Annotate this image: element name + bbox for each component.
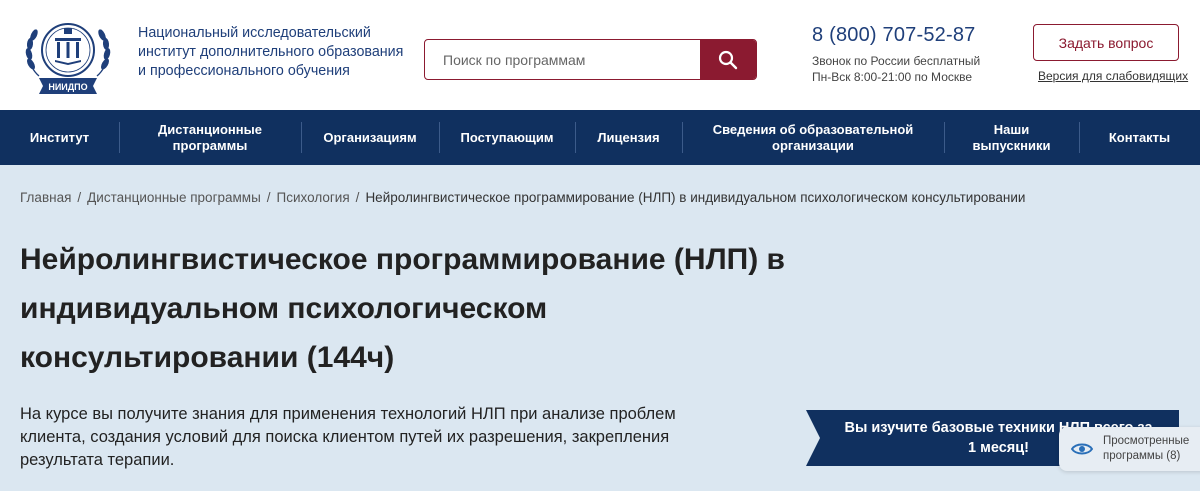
search-button[interactable]: [700, 40, 756, 79]
eye-icon: [1071, 443, 1093, 455]
nav-item-label: Институт: [29, 129, 90, 145]
course-description-line: На курсе вы получите знания для применен…: [20, 405, 676, 423]
logo-emblem-icon: НИИДПО: [25, 23, 111, 94]
site-header: НИИДПО Национальный исследовательский ин…: [0, 0, 1200, 110]
nav-item-label: программы: [172, 137, 248, 153]
course-description-line: клиента, создания условий для поиска кли…: [20, 428, 670, 446]
logo-text: НИИДПО: [48, 82, 87, 92]
viewed-programs-line: программы (8): [1103, 450, 1181, 462]
breadcrumb-separator: /: [355, 190, 360, 205]
promo-notch: [806, 410, 820, 466]
course-hero: Главная / Дистанционные программы / Психолог…: [0, 165, 1200, 491]
nav-item-label: Поступающим: [460, 129, 554, 145]
breadcrumb-separator: /: [77, 190, 82, 205]
nav-item-graduates[interactable]: Наши выпускники: [944, 110, 1079, 165]
nav-item-organization-info[interactable]: Сведения об образовательной организации: [682, 110, 944, 165]
viewed-programs-label: Просмотренные программы (8): [1103, 434, 1189, 464]
ask-question-button[interactable]: Задать вопрос: [1033, 24, 1179, 61]
page-title: Нейролингвистическое программирование (Н…: [20, 235, 900, 382]
nav-item-label: Наши: [993, 121, 1030, 137]
nav-item-label: выпускники: [972, 137, 1051, 153]
search-input[interactable]: [425, 40, 700, 79]
nav-item-distance-programs[interactable]: Дистанционные программы: [119, 110, 301, 165]
breadcrumb-item-distance-programs[interactable]: Дистанционные программы: [87, 190, 261, 205]
page-title-line: Нейролингвистическое программирование (Н…: [20, 243, 785, 276]
course-description-line: результата терапии.: [20, 451, 175, 469]
institute-logo[interactable]: НИИДПО: [19, 14, 117, 96]
phone-note-line: Звонок по России бесплатный: [812, 54, 981, 68]
search-icon: [718, 50, 738, 69]
page-title-line: индивидуальном психологическом: [20, 292, 548, 325]
nav-item-label: Лицензия: [597, 129, 660, 145]
phone-note: Звонок по России бесплатный Пн-Вск 8:00-…: [812, 53, 980, 85]
nav-item-organizations[interactable]: Организациям: [301, 110, 439, 165]
nav-item-label: Организациям: [323, 129, 417, 145]
institute-name-line: и профессионального обучения: [138, 63, 350, 79]
breadcrumb-item-current: Нейролингвистическое программирование (Н…: [365, 190, 1026, 205]
institute-name-line: Национальный исследовательский: [138, 25, 371, 41]
nav-item-institute[interactable]: Институт: [0, 110, 119, 165]
breadcrumb-separator: /: [266, 190, 271, 205]
search-bar: [424, 39, 757, 80]
phone-note-line: Пн-Вск 8:00-21:00 по Москве: [812, 70, 973, 84]
nav-item-label: организации: [772, 137, 854, 153]
institute-name[interactable]: Национальный исследовательский институт …: [138, 24, 404, 81]
viewed-programs-button[interactable]: Просмотренные программы (8): [1059, 427, 1200, 471]
nav-item-license[interactable]: Лицензия: [575, 110, 682, 165]
nav-item-label: Дистанционные: [158, 121, 262, 137]
institute-name-line: институт дополнительного образования: [138, 44, 404, 60]
nav-item-contacts[interactable]: Контакты: [1079, 110, 1200, 165]
nav-item-applicants[interactable]: Поступающим: [439, 110, 575, 165]
main-nav: Институт Дистанционные программы Организ…: [0, 110, 1200, 165]
accessibility-version-link[interactable]: Версия для слабовидящих: [1038, 69, 1188, 83]
breadcrumb-item-home[interactable]: Главная: [20, 190, 71, 205]
breadcrumb: Главная / Дистанционные программы / Психолог…: [20, 190, 1025, 205]
viewed-programs-line: Просмотренные: [1103, 435, 1190, 447]
breadcrumb-item-psychology[interactable]: Психология: [277, 190, 350, 205]
nav-item-label: Контакты: [1108, 129, 1171, 145]
page-title-line: консультировании (144ч): [20, 341, 395, 374]
phone-number[interactable]: 8 (800) 707-52-87: [812, 24, 976, 47]
course-description: На курсе вы получите знания для применен…: [20, 403, 740, 472]
nav-item-label: Сведения об образовательной: [712, 121, 914, 137]
